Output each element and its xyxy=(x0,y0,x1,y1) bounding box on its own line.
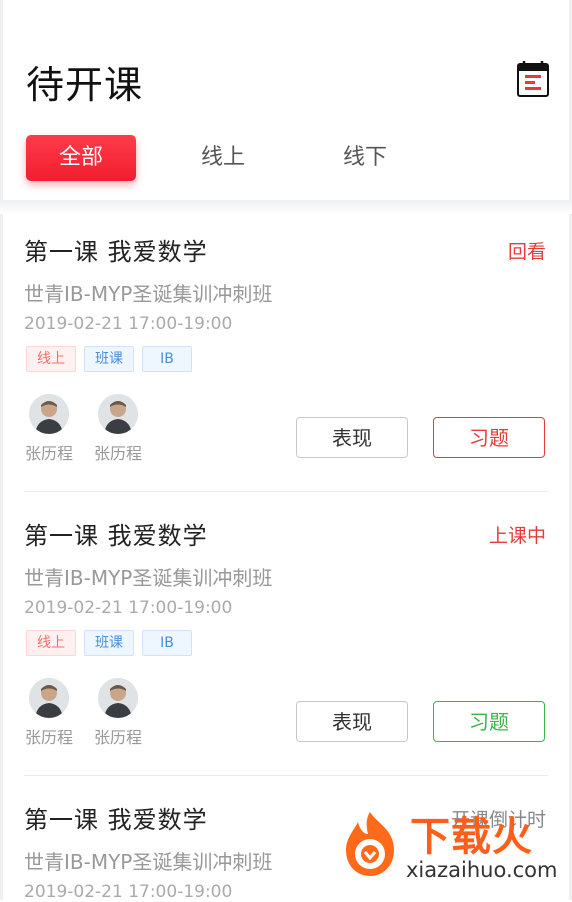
course-time: 2019-02-21 17:00-19:00 xyxy=(24,598,233,618)
course-time: 2019-02-21 17:00-19:00 xyxy=(24,882,233,902)
flame-logo-icon xyxy=(346,812,394,876)
avatar xyxy=(29,394,69,434)
teacher-name: 张历程 xyxy=(24,444,73,463)
homework-button[interactable]: 习题 xyxy=(433,701,545,742)
watermark-text: 下载火 xyxy=(410,814,533,860)
status-in-class[interactable]: 上课中 xyxy=(489,521,546,548)
tag-online: 线上 xyxy=(26,346,76,372)
course-card[interactable]: 第一课 我爱数学 回看 世青IB-MYP圣诞集训冲刺班 2019-02-21 1… xyxy=(0,208,572,492)
performance-button[interactable]: 表现 xyxy=(296,701,408,742)
tag-class: 班课 xyxy=(84,630,134,656)
watermark-url: xiazaihuo.com xyxy=(406,858,558,882)
homework-button[interactable]: 习题 xyxy=(433,417,545,458)
course-title: 第一课 我爱数学 xyxy=(24,806,208,834)
tag-ib: IB xyxy=(142,346,192,372)
tab-all[interactable]: 全部 xyxy=(26,135,136,181)
course-subtitle: 世青IB-MYP圣诞集训冲刺班 xyxy=(24,850,273,874)
teacher[interactable]: 张历程 xyxy=(91,678,145,748)
teacher[interactable]: 张历程 xyxy=(22,678,76,748)
status-replay[interactable]: 回看 xyxy=(508,237,546,264)
performance-button[interactable]: 表现 xyxy=(296,417,408,458)
course-title: 第一课 我爱数学 xyxy=(24,522,208,550)
course-time: 2019-02-21 17:00-19:00 xyxy=(24,314,233,334)
course-title: 第一课 我爱数学 xyxy=(24,238,208,266)
page-title: 待开课 xyxy=(26,63,144,107)
tab-bar: 全部 线上 线下 xyxy=(0,130,572,190)
watermark: 下载火 xiazaihuo.com xyxy=(334,804,566,894)
teacher[interactable]: 张历程 xyxy=(91,394,145,464)
calendar-icon[interactable] xyxy=(516,60,550,98)
teacher[interactable]: 张历程 xyxy=(22,394,76,464)
tab-online[interactable]: 线上 xyxy=(170,135,276,181)
teacher-name: 张历程 xyxy=(24,728,73,747)
teacher-name: 张历程 xyxy=(93,444,142,463)
tag-class: 班课 xyxy=(84,346,134,372)
course-card[interactable]: 第一课 我爱数学 上课中 世青IB-MYP圣诞集训冲刺班 2019-02-21 … xyxy=(0,492,572,776)
tag-online: 线上 xyxy=(26,630,76,656)
avatar xyxy=(98,678,138,718)
avatar xyxy=(98,394,138,434)
teacher-name: 张历程 xyxy=(93,728,142,747)
course-subtitle: 世青IB-MYP圣诞集训冲刺班 xyxy=(24,566,273,590)
header: 待开课 xyxy=(0,0,572,130)
course-subtitle: 世青IB-MYP圣诞集训冲刺班 xyxy=(24,282,273,306)
avatar xyxy=(29,678,69,718)
tag-ib: IB xyxy=(142,630,192,656)
tab-offline[interactable]: 线下 xyxy=(312,135,418,181)
